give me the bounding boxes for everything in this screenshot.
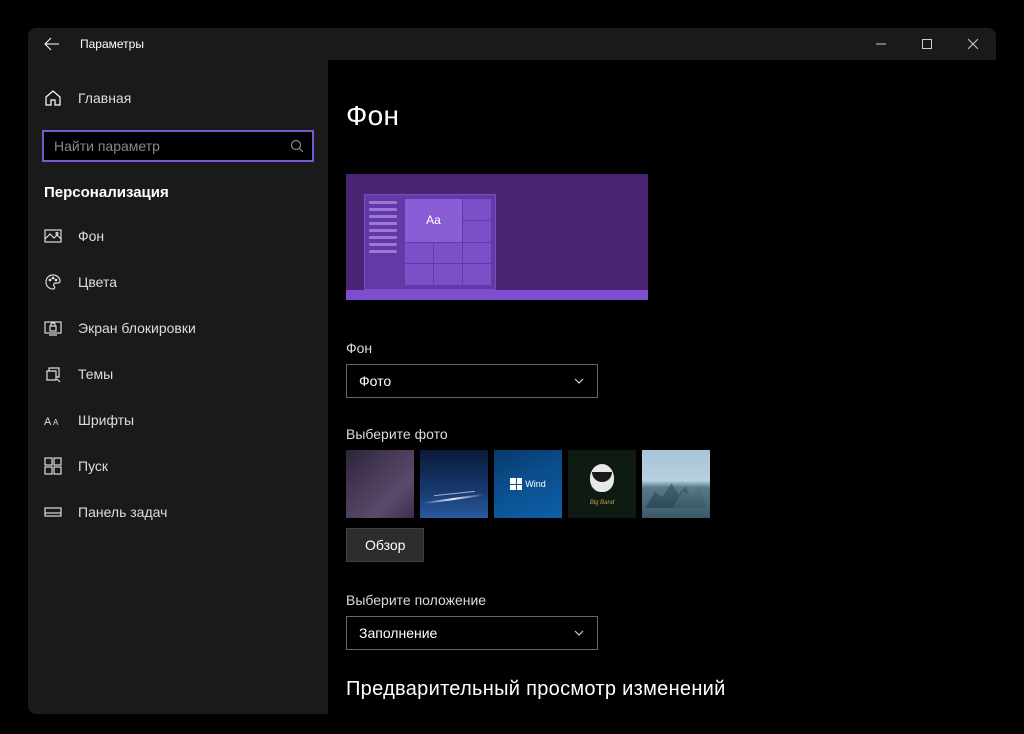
- fonts-icon: AA: [44, 411, 62, 429]
- content-area: Фон Aa Фон Фото: [328, 60, 996, 714]
- sidebar-item-lockscreen[interactable]: Экран блокировки: [28, 305, 328, 351]
- sidebar-item-fonts[interactable]: AA Шрифты: [28, 397, 328, 443]
- sidebar-item-background[interactable]: Фон: [28, 213, 328, 259]
- chevron-down-icon: [573, 627, 585, 639]
- themes-icon: [44, 365, 62, 383]
- home-label: Главная: [78, 90, 131, 106]
- sidebar: Главная Персонализация Фон: [28, 60, 328, 714]
- image-icon: [44, 227, 62, 245]
- sidebar-item-label: Фон: [78, 228, 104, 244]
- lockscreen-icon: [44, 319, 62, 337]
- photo-thumb-5[interactable]: [642, 450, 710, 518]
- background-label: Фон: [346, 340, 996, 356]
- search-input[interactable]: [42, 130, 314, 162]
- section-title: Персонализация: [28, 180, 328, 213]
- chevron-down-icon: [573, 375, 585, 387]
- palette-icon: [44, 273, 62, 291]
- maximize-button[interactable]: [904, 28, 950, 60]
- sidebar-item-themes[interactable]: Темы: [28, 351, 328, 397]
- fit-select[interactable]: Заполнение: [346, 616, 598, 650]
- sidebar-item-label: Панель задач: [78, 504, 167, 520]
- home-button[interactable]: Главная: [28, 76, 328, 120]
- photo-thumb-2[interactable]: [420, 450, 488, 518]
- preview-changes-heading: Предварительный просмотр изменений: [346, 678, 996, 701]
- sidebar-item-label: Темы: [78, 366, 113, 382]
- sidebar-item-taskbar[interactable]: Панель задач: [28, 489, 328, 535]
- titlebar: Параметры: [28, 28, 996, 60]
- background-select-value: Фото: [359, 373, 391, 389]
- sidebar-item-label: Экран блокировки: [78, 320, 196, 336]
- desktop-preview: Aa: [346, 174, 648, 300]
- home-icon: [44, 89, 62, 107]
- close-button[interactable]: [950, 28, 996, 60]
- photo-thumb-1[interactable]: [346, 450, 414, 518]
- minimize-button[interactable]: [858, 28, 904, 60]
- start-icon: [44, 457, 62, 475]
- browse-button[interactable]: Обзор: [346, 528, 424, 562]
- sidebar-item-label: Цвета: [78, 274, 117, 290]
- taskbar-icon: [44, 503, 62, 521]
- background-select[interactable]: Фото: [346, 364, 598, 398]
- window-title: Параметры: [76, 37, 144, 51]
- svg-text:A: A: [53, 418, 59, 427]
- back-button[interactable]: [28, 28, 76, 60]
- sidebar-item-start[interactable]: Пуск: [28, 443, 328, 489]
- sidebar-item-label: Шрифты: [78, 412, 134, 428]
- photo-thumb-3[interactable]: Wind: [494, 450, 562, 518]
- photo-thumb-4[interactable]: Big Band: [568, 450, 636, 518]
- sidebar-item-colors[interactable]: Цвета: [28, 259, 328, 305]
- fit-select-value: Заполнение: [359, 625, 437, 641]
- page-title: Фон: [346, 100, 996, 132]
- choose-photo-label: Выберите фото: [346, 426, 996, 442]
- photo-thumbnails: Wind Big Band: [346, 450, 996, 518]
- fit-label: Выберите положение: [346, 592, 996, 608]
- sidebar-item-label: Пуск: [78, 458, 108, 474]
- svg-text:A: A: [44, 416, 52, 427]
- preview-sample-text: Aa: [405, 199, 462, 242]
